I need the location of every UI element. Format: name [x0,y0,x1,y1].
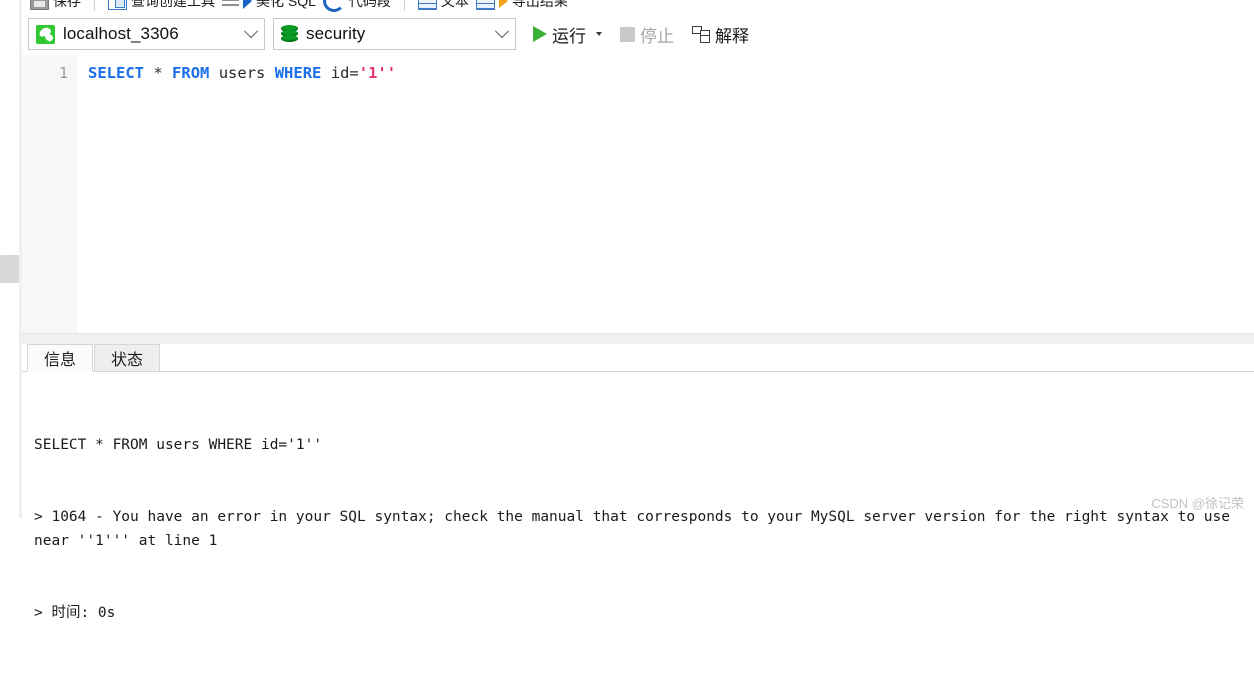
upper-toolbar-clipped: 保存 查询创建工具 美化 SQL 代码段 文本 导出结果 [0,0,1254,13]
tab-info[interactable]: 信息 [27,344,94,372]
stop-button-label: 停止 [640,26,674,46]
sql-token-identifier: id= [330,64,359,82]
query-toolbar: localhost_3306 security 运行 停止 解释 [0,13,1254,55]
sql-token-keyword: FROM [172,64,210,82]
sql-token-string: '1'' [358,64,397,82]
toolbar-code-snippet-label: 代码段 [348,0,391,9]
connection-select-value: localhost_3306 [63,24,179,43]
toolbar-save-label: 保存 [53,0,81,9]
toolbar-export-result-label: 导出结果 [511,0,568,9]
sql-token-space [321,64,330,82]
play-icon [533,26,547,42]
chevron-down-icon[interactable] [489,24,515,39]
toolbar-query-builder-label: 查询创建工具 [131,0,215,9]
explain-icon [692,25,710,43]
toolbar-export-result-button[interactable]: 导出结果 [475,0,568,11]
database-icon [281,24,298,44]
sql-token-keyword: WHERE [274,64,322,82]
beautify-sql-icon [222,0,239,9]
line-number-gutter: 1 [22,55,78,333]
flag-icon [243,0,252,9]
mysql-connection-icon [36,24,55,44]
message-log[interactable]: SELECT * FROM users WHERE id='1'' > 1064… [22,372,1254,673]
toolbar-save-button[interactable]: 保存 [30,0,81,11]
explain-button[interactable]: 解释 [688,20,753,49]
explain-button-label: 解释 [715,26,749,46]
panel-splitter-handle[interactable] [0,255,19,283]
export-result-icon [498,0,508,8]
toolbar-beautify-sql-button[interactable]: 美化 SQL [222,0,316,11]
sql-token-keyword: SELECT [88,64,144,82]
database-select[interactable]: security [273,18,516,50]
stop-icon [620,26,635,42]
log-line-time: > 时间: 0s [34,605,116,621]
run-button[interactable]: 运行 [529,20,606,49]
toolbar-beautify-sql-label: 美化 SQL [256,0,316,9]
toolbar-code-snippet-button[interactable]: 代码段 [322,0,391,12]
toolbar-separator [403,0,405,11]
chevron-down-icon[interactable] [238,24,264,39]
sql-editor[interactable]: 1 SELECT * FROM users WHERE id='1'' [22,55,1254,333]
log-line-error: > 1064 - You have an error in your SQL s… [34,509,1239,549]
sql-token-space [163,64,172,82]
text-icon [417,0,437,10]
navicat-query-window: 保存 查询创建工具 美化 SQL 代码段 文本 导出结果 localhost_3… [0,0,1254,621]
tab-status-label: 状态 [111,352,144,369]
toolbar-separator [94,0,95,11]
sql-code-area[interactable]: SELECT * FROM users WHERE id='1'' [78,55,1254,333]
toolbar-query-builder-button[interactable]: 查询创建工具 [108,0,215,11]
connection-select[interactable]: localhost_3306 [28,18,265,50]
code-snippet-icon [322,0,345,12]
sql-token-space [144,64,153,82]
grid-icon [475,0,495,10]
log-line-query: SELECT * FROM users WHERE id='1'' [34,437,323,453]
results-panel: 信息 状态 SELECT * FROM users WHERE id='1'' … [22,344,1254,621]
query-builder-icon [108,0,127,10]
tab-info-label: 信息 [44,352,77,369]
sql-token-identifier: users [218,64,266,82]
save-icon [30,0,49,10]
toolbar-text-label: 文本 [440,0,469,9]
stop-button: 停止 [616,20,678,49]
sql-token-space [265,64,274,82]
line-number: 1 [58,64,68,82]
database-select-value: security [306,24,366,43]
sql-token-space [209,64,218,82]
caret-down-icon[interactable] [596,32,602,36]
tab-status[interactable]: 状态 [94,344,161,371]
results-tabstrip: 信息 状态 [22,344,1254,372]
sql-token-operator: * [153,64,163,82]
watermark: CSDN @徐记荣 [1151,496,1244,511]
toolbar-text-button[interactable]: 文本 [417,0,469,11]
run-button-label: 运行 [552,26,586,46]
